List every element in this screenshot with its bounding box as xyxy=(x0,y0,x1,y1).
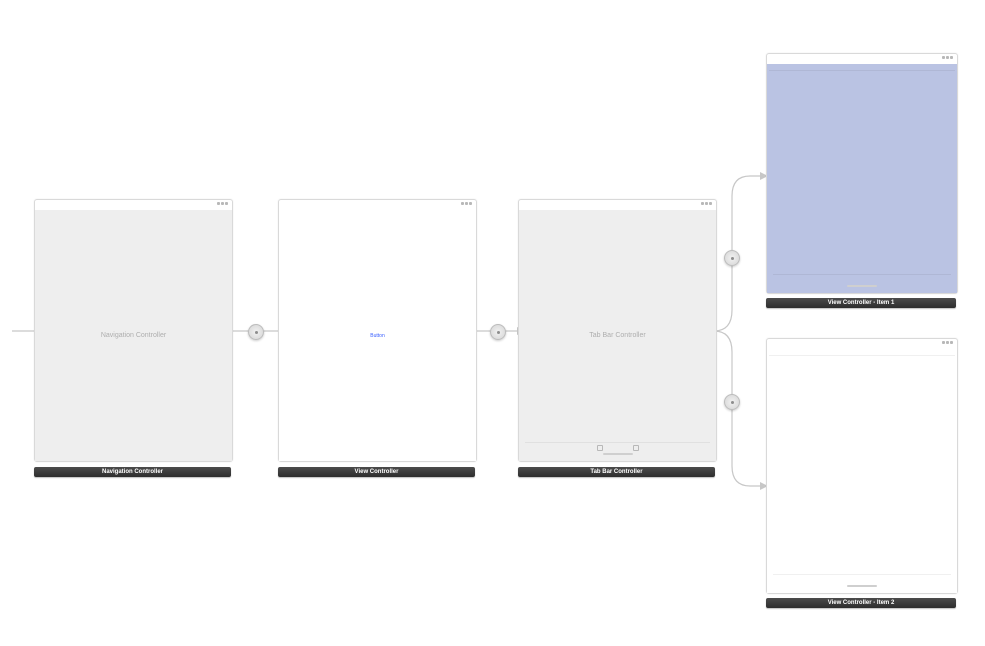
segue-relationship-item2[interactable] xyxy=(724,394,740,410)
scene-navigation-controller[interactable]: Navigation Controller xyxy=(34,199,233,462)
scene-item1[interactable] xyxy=(766,53,958,294)
storyboard-canvas[interactable]: Navigation Controller Navigation Control… xyxy=(0,0,985,646)
segue-push[interactable] xyxy=(490,324,506,340)
tab-bar-preview xyxy=(773,574,951,587)
scene-label-tabbar: Tab Bar Controller xyxy=(518,467,715,477)
segue-relationship-item1[interactable] xyxy=(724,250,740,266)
scene-body: Button xyxy=(279,210,476,461)
scene-body xyxy=(767,349,957,593)
scene-body xyxy=(767,64,957,293)
scene-label-view: View Controller xyxy=(278,467,475,477)
tab-bar-preview xyxy=(773,274,951,287)
segue-root[interactable] xyxy=(248,324,264,340)
scene-view-controller[interactable]: Button xyxy=(278,199,477,462)
scene-label-item1: View Controller - Item 1 xyxy=(766,298,956,308)
scene-body: Tab Bar Controller xyxy=(519,210,716,461)
scene-item2[interactable] xyxy=(766,338,958,594)
nav-placeholder-text: Navigation Controller xyxy=(101,332,166,339)
scene-tabbar-controller[interactable]: Tab Bar Controller xyxy=(518,199,717,462)
scene-label-item2: View Controller - Item 2 xyxy=(766,598,956,608)
scene-label-nav: Navigation Controller xyxy=(34,467,231,477)
tabbar-placeholder-text: Tab Bar Controller xyxy=(589,332,645,339)
tab-bar-preview xyxy=(525,442,710,455)
ui-button[interactable]: Button xyxy=(370,333,384,339)
scene-body: Navigation Controller xyxy=(35,210,232,461)
